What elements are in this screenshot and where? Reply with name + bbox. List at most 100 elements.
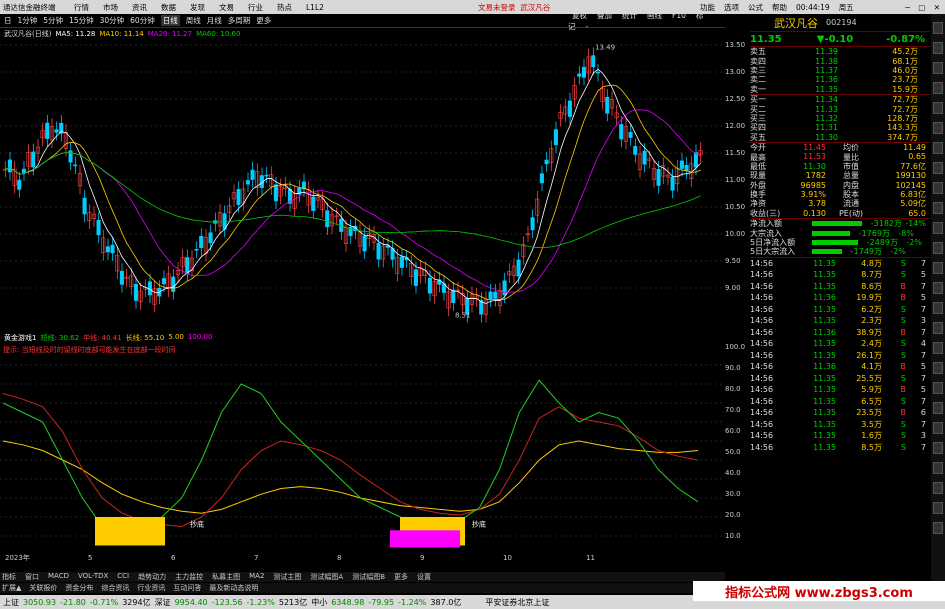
tick-side: S <box>900 431 906 441</box>
side-tab-icon[interactable] <box>933 482 943 494</box>
side-tab-icon[interactable] <box>933 502 943 514</box>
side-tab-icon[interactable] <box>933 62 943 74</box>
ma20-label: MA20: 11.27 <box>147 30 193 38</box>
tab-5[interactable]: 趋势动力 <box>138 572 166 582</box>
menu-item-1[interactable]: 市场 <box>103 3 118 12</box>
menu-item-5[interactable]: 文易 <box>219 3 234 12</box>
menu-item-0[interactable]: 行情 <box>74 3 89 12</box>
tool-1[interactable]: 叠加 <box>597 11 612 20</box>
tab-1[interactable]: 窗口 <box>25 572 39 582</box>
period-10[interactable]: 更多 <box>256 15 271 26</box>
side-tab-icon[interactable] <box>933 142 943 154</box>
tab-8[interactable]: MA2 <box>249 572 264 582</box>
tool-2[interactable]: 统计 <box>622 11 637 20</box>
tick-count: 5 <box>920 362 926 372</box>
info-tab-5[interactable]: 互动问答 <box>173 583 201 593</box>
flow-row: 5日大宗流入 -1749万 -2% <box>750 247 930 256</box>
side-tab-icon[interactable] <box>933 22 943 34</box>
side-tab-icon[interactable] <box>933 342 943 354</box>
stock-banner[interactable]: 武汉凡谷 <box>520 3 550 12</box>
buy-label-2: 抄底 <box>472 520 486 529</box>
info-tab-1[interactable]: 关联报价 <box>29 583 57 593</box>
tick-count: 7 <box>920 350 926 360</box>
tab-11[interactable]: 测试幅图B <box>352 572 385 582</box>
side-tab-icon[interactable] <box>933 42 943 54</box>
tab-7[interactable]: 私募主图 <box>212 572 240 582</box>
period-8[interactable]: 月线 <box>207 15 222 26</box>
tick-row: 14:56 11.35 8.6万 B 7 <box>750 281 930 293</box>
info-tab-4[interactable]: 行业资讯 <box>137 583 165 593</box>
period-3[interactable]: 15分钟 <box>69 15 94 26</box>
menu-item-7[interactable]: 热点 <box>277 3 292 12</box>
menu-options[interactable]: 选项 <box>724 3 739 12</box>
tick-count: 7 <box>920 327 926 337</box>
side-tab-icon[interactable] <box>933 282 943 294</box>
tick-list: 14:56 11.35 4.8万 S 7 14:56 11.35 8.7万 S 5 14:56 11.… <box>750 256 930 454</box>
period-4[interactable]: 30分钟 <box>100 15 125 26</box>
menu-item-8[interactable]: L1L2 <box>306 3 324 12</box>
tab-12[interactable]: 更多 <box>394 572 408 582</box>
info-tab-2[interactable]: 资金分布 <box>65 583 93 593</box>
side-tab-icon[interactable] <box>933 222 943 234</box>
tool-4[interactable]: F10 <box>672 11 686 20</box>
side-tab-icon[interactable] <box>933 382 943 394</box>
side-tab-icon[interactable] <box>933 202 943 214</box>
month-label: 11 <box>586 554 595 562</box>
menu-item-3[interactable]: 数据 <box>161 3 176 12</box>
side-tab-icon[interactable] <box>933 262 943 274</box>
side-tab-icon[interactable] <box>933 322 943 334</box>
tool-0[interactable]: 复权 <box>572 11 587 20</box>
tab-6[interactable]: 主力监控 <box>175 572 203 582</box>
side-tab-icon[interactable] <box>933 102 943 114</box>
menu-formula[interactable]: 公式 <box>748 3 763 12</box>
indicator-chart[interactable]: 抄底 抄底 2023年 5 6 7 8 9 10 11 <box>0 355 725 565</box>
side-tab-icon[interactable] <box>933 122 943 134</box>
side-tab-icon[interactable] <box>933 442 943 454</box>
side-tab-icon[interactable] <box>933 362 943 374</box>
side-tab-icon[interactable] <box>933 422 943 434</box>
tick-count: 4 <box>920 339 926 349</box>
stat-value-2: 11.49 <box>903 143 926 153</box>
indicator-tick: 100.0 <box>725 343 746 351</box>
tool-3[interactable]: 画线 <box>647 11 662 20</box>
info-tab-0[interactable]: 扩展▲ <box>2 583 21 593</box>
tab-0[interactable]: 指标 <box>2 572 16 582</box>
tab-10[interactable]: 测试幅图A <box>310 572 343 582</box>
candlestick-chart[interactable]: 13.49 8.51 <box>0 40 725 330</box>
last-price: 11.35 <box>750 33 782 45</box>
tab-13[interactable]: 设置 <box>417 572 431 582</box>
period-5[interactable]: 60分钟 <box>130 15 155 26</box>
menu-item-4[interactable]: 发现 <box>190 3 205 12</box>
period-1[interactable]: 1分钟 <box>18 15 38 26</box>
side-tab-icon[interactable] <box>933 462 943 474</box>
tab-9[interactable]: 测试主图 <box>273 572 301 582</box>
side-tab-icon[interactable] <box>933 302 943 314</box>
tab-4[interactable]: CCI <box>117 572 129 582</box>
side-tabs[interactable] <box>931 14 945 594</box>
info-tab-3[interactable]: 综合资讯 <box>101 583 129 593</box>
asks-price: 11.37 <box>815 65 838 75</box>
menu-help[interactable]: 帮助 <box>772 3 787 12</box>
tab-3[interactable]: VOL-TDX <box>78 572 108 582</box>
bids-row: 买五 11.30 374.7万 <box>750 133 930 142</box>
side-tab-icon[interactable] <box>933 242 943 254</box>
tick-count: 7 <box>920 419 926 429</box>
menu-item-2[interactable]: 资讯 <box>132 3 147 12</box>
window-controls[interactable]: ─ ▢ ✕ <box>905 3 943 12</box>
indicator-name[interactable]: 黄金游戏1 <box>4 333 36 343</box>
tab-2[interactable]: MACD <box>48 572 69 582</box>
period-2[interactable]: 5分钟 <box>43 15 63 26</box>
period-0[interactable]: 日 <box>4 15 12 26</box>
login-status[interactable]: 文易未登录 <box>478 3 516 12</box>
period-6[interactable]: 日线 <box>160 15 180 26</box>
side-tab-icon[interactable] <box>933 402 943 414</box>
period-9[interactable]: 多周期 <box>228 15 251 26</box>
info-tab-6[interactable]: 最及新动态说明 <box>209 583 258 593</box>
sz-change: -123.56 <box>211 597 243 607</box>
side-tab-icon[interactable] <box>933 182 943 194</box>
side-tab-icon[interactable] <box>933 522 943 534</box>
menu-item-6[interactable]: 行业 <box>248 3 263 12</box>
period-7[interactable]: 周线 <box>186 15 201 26</box>
side-tab-icon[interactable] <box>933 82 943 94</box>
side-tab-icon[interactable] <box>933 162 943 174</box>
